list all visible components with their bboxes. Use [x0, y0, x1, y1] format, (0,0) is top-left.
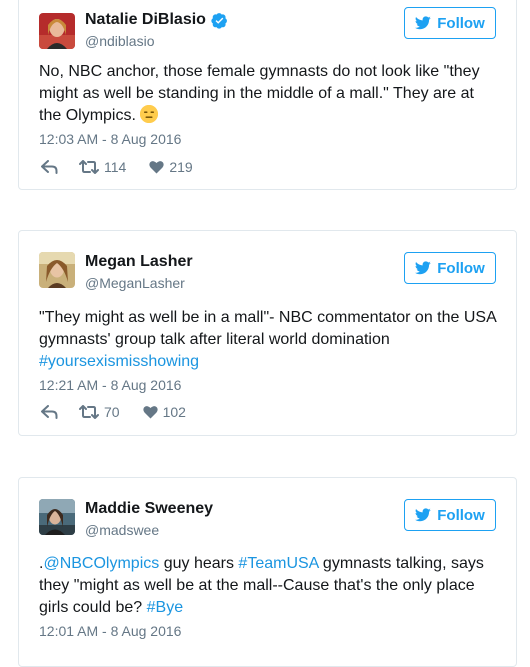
- hashtag-link[interactable]: #Bye: [147, 599, 183, 616]
- follow-label: Follow: [437, 506, 485, 524]
- author-name[interactable]: Natalie DiBlasio: [85, 11, 206, 29]
- avatar[interactable]: [39, 13, 75, 49]
- tweet-card: Maddie Sweeney @madswee Follow .@NBCOlym…: [18, 477, 517, 667]
- like-count: 219: [169, 159, 193, 175]
- follow-label: Follow: [437, 14, 485, 32]
- follow-button[interactable]: Follow: [404, 252, 496, 284]
- retweet-button[interactable]: 114: [79, 159, 126, 175]
- retweet-icon: [79, 405, 99, 419]
- like-button[interactable]: 102: [142, 404, 186, 420]
- tweet-card: Megan Lasher @MeganLasher Follow "They m…: [18, 230, 517, 436]
- author-handle[interactable]: @ndiblasio: [85, 33, 154, 49]
- tweet-timestamp[interactable]: 12:03 AM - 8 Aug 2016: [39, 131, 181, 147]
- reply-button[interactable]: [41, 405, 58, 419]
- tweet-text: No, NBC anchor, those female gymnasts do…: [39, 61, 500, 127]
- tweet-text: "They might as well be in a mall"- NBC c…: [39, 307, 500, 373]
- tweet-text-part: guy hears: [159, 555, 239, 572]
- twitter-bird-icon: [415, 16, 431, 30]
- author-name[interactable]: Megan Lasher: [85, 253, 193, 271]
- expressionless-face-icon: [139, 105, 158, 123]
- reply-button[interactable]: [41, 160, 58, 174]
- like-button[interactable]: 219: [149, 159, 193, 175]
- follow-button[interactable]: Follow: [404, 499, 496, 531]
- reply-icon: [41, 405, 58, 419]
- tweet-card: Natalie DiBlasio @ndiblasio Follow No, N…: [18, 0, 517, 190]
- retweet-count: 70: [104, 404, 120, 420]
- tweet-body: "They might as well be in a mall"- NBC c…: [39, 309, 496, 348]
- heart-icon: [149, 161, 164, 174]
- retweet-icon: [79, 160, 99, 174]
- twitter-bird-icon: [415, 261, 431, 275]
- retweet-count: 114: [104, 159, 127, 175]
- author-handle[interactable]: @madswee: [85, 522, 159, 538]
- reply-icon: [41, 160, 58, 174]
- retweet-button[interactable]: 70: [79, 404, 120, 420]
- follow-button[interactable]: Follow: [404, 7, 496, 39]
- avatar[interactable]: [39, 499, 75, 535]
- twitter-bird-icon: [415, 508, 431, 522]
- author-handle[interactable]: @MeganLasher: [85, 275, 185, 291]
- hashtag-link[interactable]: #yoursexismisshowing: [39, 353, 199, 370]
- tweet-body: No, NBC anchor, those female gymnasts do…: [39, 63, 480, 124]
- verified-badge-icon: [211, 12, 227, 29]
- heart-icon: [142, 406, 158, 419]
- mention-link[interactable]: @NBCOlympics: [43, 555, 159, 572]
- avatar[interactable]: [39, 252, 75, 288]
- tweet-text: .@NBCOlympics guy hears #TeamUSA gymnast…: [39, 553, 500, 619]
- author-name[interactable]: Maddie Sweeney: [85, 500, 213, 518]
- tweet-timestamp[interactable]: 12:01 AM - 8 Aug 2016: [39, 623, 181, 639]
- like-count: 102: [162, 404, 186, 420]
- tweet-actions: 70 102: [41, 404, 186, 420]
- tweet-timestamp[interactable]: 12:21 AM - 8 Aug 2016: [39, 377, 181, 393]
- follow-label: Follow: [437, 259, 485, 277]
- hashtag-link[interactable]: #TeamUSA: [238, 555, 318, 572]
- tweet-actions: 114 219: [41, 159, 193, 175]
